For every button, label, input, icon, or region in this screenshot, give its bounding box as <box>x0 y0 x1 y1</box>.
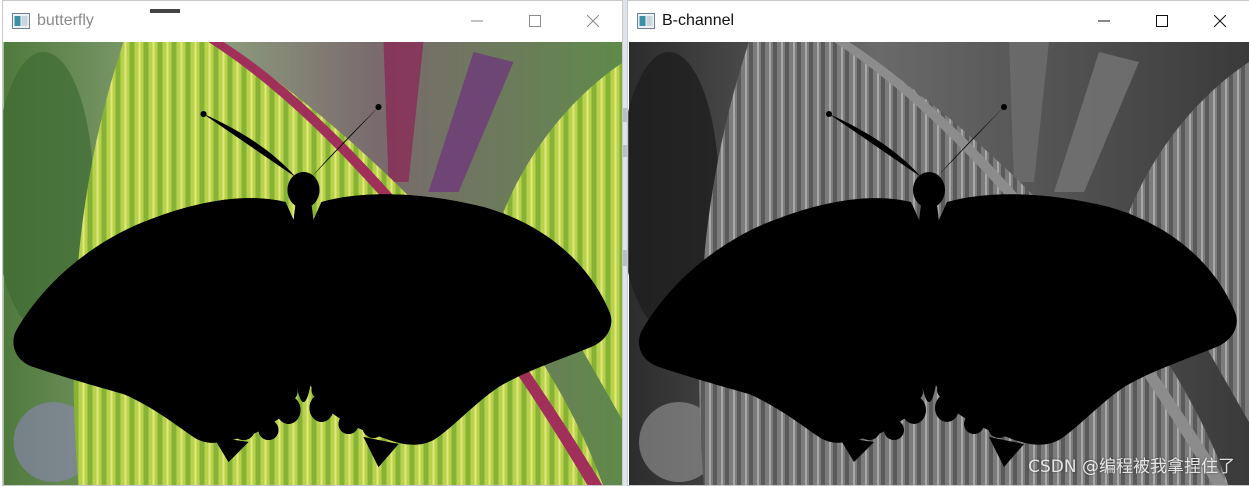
close-icon <box>1214 15 1226 27</box>
image-butterfly-color: #win-left .wing { fill: #101010; stroke:… <box>3 42 622 485</box>
background-artifact <box>150 0 180 13</box>
maximize-icon <box>1156 15 1168 27</box>
opencv-window-icon <box>12 13 30 29</box>
maximize-icon <box>529 15 541 27</box>
window-title: B-channel <box>662 12 735 29</box>
butterfly-photo: #win-left .wing { fill: #101010; stroke:… <box>3 42 622 485</box>
window-controls <box>448 1 622 41</box>
minimize-button[interactable] <box>448 1 506 41</box>
maximize-button[interactable] <box>506 1 564 41</box>
close-icon <box>587 15 599 27</box>
opencv-window-icon <box>637 13 655 29</box>
minimize-icon <box>1098 20 1110 22</box>
butterfly-b-channel: #win-right .wing { fill: #0a0a0a; stroke… <box>628 42 1249 485</box>
image-b-channel-gray: #win-right .wing { fill: #0a0a0a; stroke… <box>628 42 1249 485</box>
close-button[interactable] <box>1191 1 1249 41</box>
window-butterfly[interactable]: butterfly <box>2 0 623 486</box>
window-b-channel[interactable]: B-channel CSDN @编程被我拿捏住了 <box>627 0 1249 486</box>
minimize-icon <box>471 20 483 22</box>
maximize-button[interactable] <box>1133 1 1191 41</box>
window-title: butterfly <box>37 12 94 29</box>
minimize-button[interactable] <box>1075 1 1133 41</box>
watermark: CSDN @编程被我拿捏住了 <box>1028 457 1235 477</box>
close-button[interactable] <box>564 1 622 41</box>
window-controls <box>1075 1 1249 41</box>
